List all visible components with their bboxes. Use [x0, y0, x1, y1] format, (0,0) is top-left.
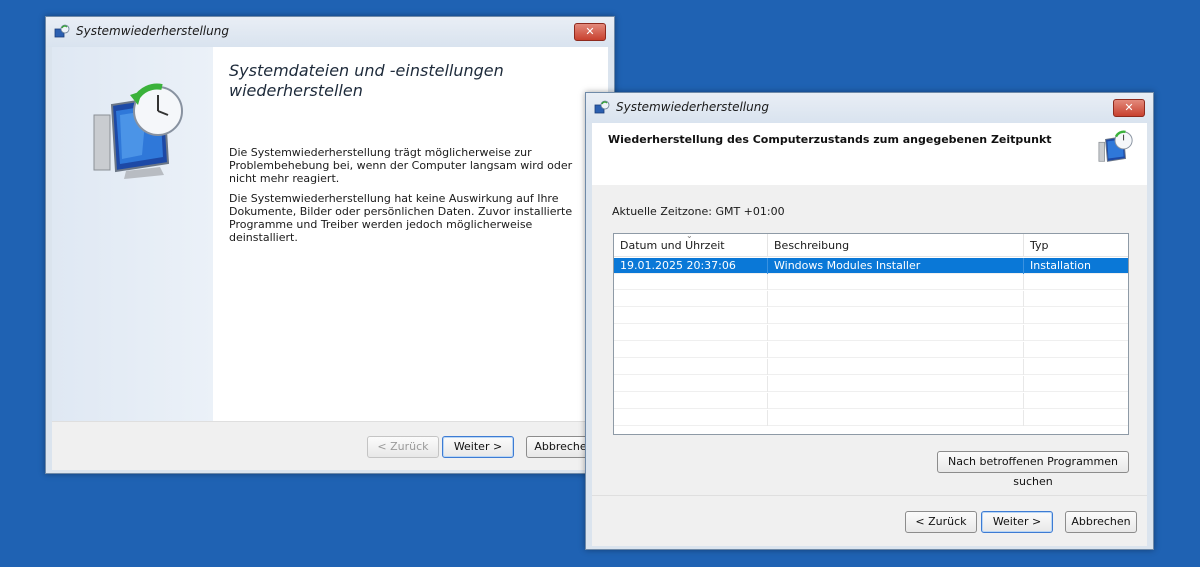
system-restore-icon — [594, 100, 610, 114]
system-restore-icon — [1098, 130, 1133, 162]
timezone-label: Aktuelle Zeitzone: GMT +01:00 — [612, 205, 785, 218]
table-row[interactable]: 19.01.2025 20:37:06 Windows Modules Inst… — [614, 258, 1128, 274]
table-row-empty — [614, 376, 1128, 392]
table-row-empty — [614, 410, 1128, 426]
back-window-title: Systemwiederherstellung — [76, 24, 229, 38]
table-header: Datum und Uhrzeit Beschreibung Typ ⌄ — [614, 234, 1128, 257]
back-window: Systemwiederherstellung ✕ Systemdateien … — [45, 16, 615, 474]
restore-points-table: Datum und Uhrzeit Beschreibung Typ ⌄ 19.… — [613, 233, 1129, 435]
table-row-empty — [614, 359, 1128, 375]
next-button[interactable]: Weiter > — [981, 511, 1053, 533]
back-button[interactable]: < Zurück — [367, 436, 439, 458]
front-header: Wiederherstellung des Computerzustands z… — [592, 123, 1147, 186]
scan-affected-programs-button[interactable]: Nach betroffenen Programmen suchen — [937, 451, 1129, 488]
table-row-empty — [614, 308, 1128, 324]
front-button-bar: < Zurück Weiter > Abbrechen — [592, 495, 1147, 546]
column-header-description[interactable]: Beschreibung — [768, 234, 1024, 256]
back-button-bar: < Zurück Weiter > Abbrechen — [52, 421, 608, 470]
back-content: Systemdateien und -einstellungen wiederh… — [213, 47, 608, 421]
system-restore-icon — [54, 24, 70, 38]
column-header-type[interactable]: Typ — [1024, 234, 1128, 256]
front-body: Aktuelle Zeitzone: GMT +01:00 Datum und … — [592, 185, 1147, 495]
back-left-panel — [52, 47, 213, 421]
table-row-empty — [614, 393, 1128, 409]
table-row-empty — [614, 291, 1128, 307]
table-row-empty — [614, 325, 1128, 341]
sort-chevron-icon: ⌄ — [686, 233, 693, 240]
next-button[interactable]: Weiter > — [442, 436, 514, 458]
row-type: Installation — [1030, 259, 1091, 272]
row-description: Windows Modules Installer — [768, 258, 1024, 274]
back-paragraph-2: Die Systemwiederherstellung hat keine Au… — [229, 192, 573, 244]
row-date: 19.01.2025 20:37:06 — [614, 258, 768, 274]
table-row-empty — [614, 274, 1128, 290]
front-window-titlebar[interactable]: Systemwiederherstellung ✕ — [586, 93, 1153, 123]
front-window: Systemwiederherstellung ✕ Wiederherstell… — [585, 92, 1154, 550]
close-icon[interactable]: ✕ — [574, 23, 606, 41]
back-button[interactable]: < Zurück — [905, 511, 977, 533]
table-row-empty — [614, 342, 1128, 358]
cancel-button[interactable]: Abbrechen — [1065, 511, 1137, 533]
front-header-title: Wiederherstellung des Computerzustands z… — [608, 133, 1052, 146]
close-icon[interactable]: ✕ — [1113, 99, 1145, 117]
back-paragraph-1: Die Systemwiederherstellung trägt möglic… — [229, 146, 573, 185]
system-restore-hero-icon — [93, 83, 183, 179]
front-window-title: Systemwiederherstellung — [616, 100, 769, 114]
back-heading: Systemdateien und -einstellungen wiederh… — [229, 61, 504, 100]
back-window-titlebar[interactable]: Systemwiederherstellung ✕ — [46, 17, 614, 47]
